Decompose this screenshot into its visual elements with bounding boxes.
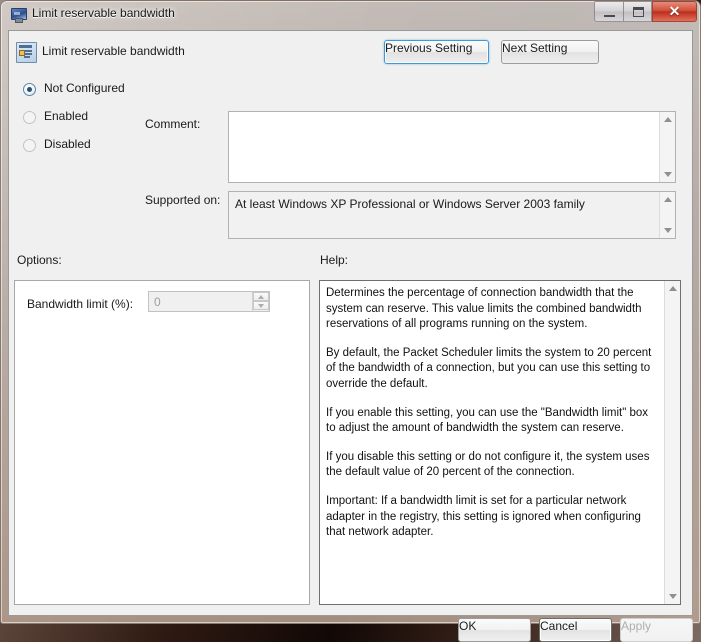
policy-setting-icon [16, 42, 37, 63]
maximize-button[interactable] [623, 1, 652, 22]
minimize-button[interactable] [594, 1, 623, 22]
scroll-down-icon[interactable] [665, 588, 680, 604]
supported-on-scrollbar[interactable] [659, 192, 675, 238]
help-paragraph: If you disable this setting or do not co… [326, 450, 650, 479]
supported-on-field: At least Windows XP Professional or Wind… [228, 191, 676, 239]
monitor-icon [10, 6, 27, 23]
radio-enabled-label: Enabled [44, 109, 89, 123]
supported-on-label: Supported on: [145, 193, 221, 207]
radio-not-configured-label: Not Configured [44, 81, 125, 95]
setting-name: Limit reservable bandwidth [42, 44, 185, 58]
help-paragraph: If you enable this setting, you can use … [326, 406, 649, 435]
scroll-up-icon[interactable] [660, 192, 675, 208]
window-title: Limit reservable bandwidth [32, 6, 175, 20]
radio-disabled-label: Disabled [44, 137, 91, 151]
radio-mark-icon [23, 111, 36, 124]
options-label: Options: [17, 253, 62, 267]
scroll-down-icon[interactable] [660, 166, 675, 182]
bandwidth-limit-value: 0 [154, 295, 161, 309]
options-panel: Bandwidth limit (%): 0 [14, 280, 310, 605]
help-panel: Determines the percentage of connection … [319, 280, 681, 605]
help-paragraph: Important: If a bandwidth limit is set f… [326, 494, 641, 539]
radio-mark-icon [23, 83, 36, 96]
help-paragraph: By default, the Packet Scheduler limits … [326, 346, 652, 390]
maximize-icon [633, 7, 644, 17]
supported-on-value: At least Windows XP Professional or Wind… [235, 197, 585, 211]
scroll-up-icon[interactable] [660, 112, 675, 128]
bandwidth-limit-label: Bandwidth limit (%): [27, 297, 134, 311]
stepper-down-icon[interactable] [253, 301, 269, 310]
help-label: Help: [320, 253, 349, 267]
stepper-buttons[interactable] [252, 292, 269, 311]
window-controls: ✕ [594, 1, 697, 22]
comment-label: Comment: [145, 117, 201, 131]
title-bar[interactable]: Limit reservable bandwidth ✕ [0, 0, 701, 30]
help-text: Determines the percentage of connection … [326, 286, 658, 554]
next-setting-button[interactable]: Next Setting [501, 40, 599, 64]
comment-scrollbar[interactable] [659, 112, 675, 182]
dialog-window: Limit reservable bandwidth ✕ Limit reser… [0, 0, 701, 642]
dialog-client-area: Limit reservable bandwidth Previous Sett… [8, 30, 693, 642]
close-icon: ✕ [668, 3, 681, 19]
apply-button[interactable]: Apply [620, 618, 693, 642]
help-paragraph: Determines the percentage of connection … [326, 287, 642, 331]
comment-input[interactable] [228, 111, 676, 183]
radio-mark-icon [23, 139, 36, 152]
ok-button[interactable]: OK [458, 618, 531, 642]
scroll-up-icon[interactable] [665, 281, 680, 297]
close-button[interactable]: ✕ [652, 1, 697, 22]
scroll-down-icon[interactable] [660, 222, 675, 238]
minimize-icon [604, 15, 615, 17]
stepper-up-icon[interactable] [253, 292, 269, 301]
cancel-button[interactable]: Cancel [539, 618, 612, 642]
previous-setting-button[interactable]: Previous Setting [384, 40, 489, 64]
help-scrollbar[interactable] [664, 281, 680, 604]
bandwidth-limit-stepper[interactable]: 0 [148, 291, 270, 312]
